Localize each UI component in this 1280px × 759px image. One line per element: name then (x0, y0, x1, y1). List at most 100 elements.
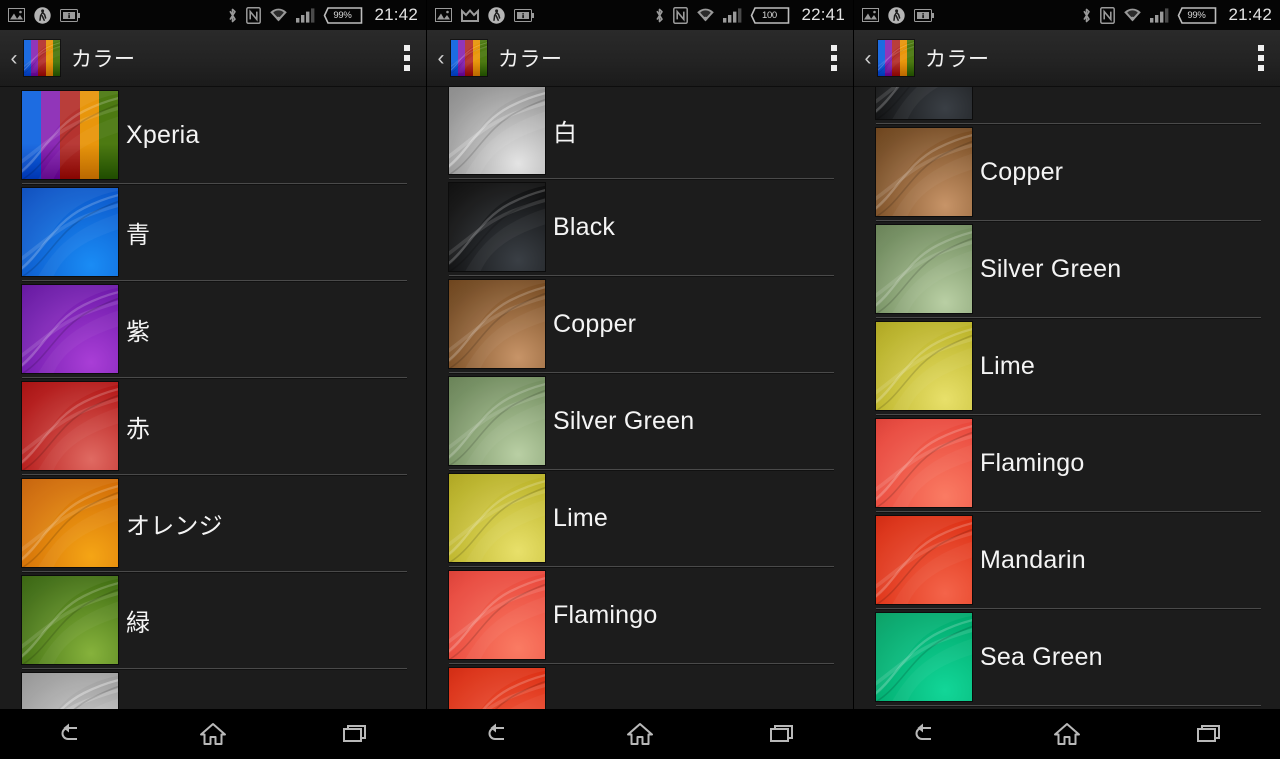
list-item[interactable] (427, 664, 853, 709)
home-button[interactable] (1030, 713, 1104, 755)
navigation-bar (854, 709, 1280, 759)
list-item-thumbnail (449, 571, 545, 659)
list-item-label: Flamingo (553, 601, 658, 629)
list-item-label: 青 (126, 221, 151, 249)
list-item-thumbnail (449, 474, 545, 562)
phone-panel-3: 99% 21:42 ‹ カラー Copper Silver Green Lime Flamin… (854, 0, 1280, 759)
signal-icon (1150, 7, 1169, 23)
status-bar-right-icons: 99% 21:42 (1081, 5, 1272, 25)
color-list-inner: Copper Silver Green Lime Flamingo Mandarin Se… (854, 87, 1280, 707)
home-icon (1054, 723, 1080, 745)
status-bar-left-icons (862, 6, 934, 24)
recents-button[interactable] (1172, 713, 1246, 755)
three-panel-screenshot: 99% 21:42 ‹ カラー Xperia 青紫赤オレンジ緑 100 22:41 ‹ カラー白 B… (0, 0, 1280, 759)
list-item[interactable]: オレンジ (0, 475, 426, 573)
app-icon[interactable] (451, 40, 487, 76)
swoosh-artwork (876, 322, 972, 410)
back-icon (915, 723, 931, 740)
bluetooth-icon (1083, 8, 1091, 22)
app-icon[interactable] (24, 40, 60, 76)
back-chevron-icon[interactable]: ‹ (427, 48, 449, 69)
back-chevron-icon[interactable]: ‹ (854, 48, 876, 69)
home-button[interactable] (603, 713, 677, 755)
color-list[interactable]: Copper Silver Green Lime Flamingo Mandarin Se… (854, 87, 1280, 709)
list-item[interactable]: Copper (854, 124, 1280, 222)
overflow-menu-button[interactable] (831, 45, 837, 71)
list-item[interactable]: Xperia (0, 87, 426, 185)
swoosh-artwork (449, 280, 545, 368)
wifi-icon (697, 8, 715, 21)
overflow-menu-button[interactable] (404, 45, 410, 71)
list-item[interactable]: Silver Green (427, 373, 853, 471)
battery-info-icon (514, 8, 534, 22)
navigation-bar (0, 709, 426, 759)
swoosh-artwork (876, 225, 972, 313)
list-item-label: Mandarin (980, 546, 1086, 574)
overflow-menu-button[interactable] (1258, 45, 1264, 71)
list-item[interactable]: Sea Green (854, 609, 1280, 707)
image-icon (862, 8, 879, 22)
list-item[interactable]: Mandarin (854, 512, 1280, 610)
list-item-label: Silver Green (553, 407, 695, 435)
phone-panel-2: 100 22:41 ‹ カラー白 Black Copper Silver Green Lime… (427, 0, 854, 759)
page-title: カラー (71, 47, 136, 71)
list-item-label: Lime (553, 504, 608, 532)
wifi-icon (1124, 8, 1142, 21)
list-item[interactable]: Silver Green (854, 221, 1280, 319)
list-item[interactable]: 青 (0, 184, 426, 282)
recents-button[interactable] (745, 713, 819, 755)
swoosh-artwork (22, 285, 118, 373)
swoosh-artwork (22, 188, 118, 276)
list-item[interactable]: 白 (427, 87, 853, 180)
list-item-thumbnail (22, 479, 118, 567)
back-button[interactable] (34, 713, 108, 755)
list-item[interactable]: Flamingo (427, 567, 853, 665)
signal-icon (296, 7, 315, 23)
list-item-thumbnail (876, 128, 972, 216)
list-item[interactable]: Lime (854, 318, 1280, 416)
list-item[interactable]: 緑 (0, 572, 426, 670)
list-item[interactable]: 紫 (0, 281, 426, 379)
page-title: カラー (925, 47, 990, 71)
list-item-label: オレンジ (126, 512, 223, 540)
status-bar-left-icons (8, 6, 80, 24)
list-item-thumbnail (22, 188, 118, 276)
back-button[interactable] (461, 713, 535, 755)
swoosh-artwork (876, 128, 972, 216)
list-item[interactable]: Copper (427, 276, 853, 374)
battery-percent-label: 99% (1187, 9, 1206, 21)
swoosh-artwork (22, 91, 118, 179)
status-bar: 100 22:41 (427, 0, 853, 30)
nfc-icon (1100, 6, 1116, 24)
list-item-thumbnail (22, 91, 118, 179)
list-item[interactable] (0, 669, 426, 709)
app-icon[interactable] (878, 40, 914, 76)
swoosh-artwork (449, 474, 545, 562)
list-item[interactable]: Flamingo (854, 415, 1280, 513)
list-item[interactable] (854, 87, 1280, 125)
back-button[interactable] (888, 713, 962, 755)
list-item-label: 赤 (126, 415, 151, 443)
color-list[interactable]: 白 Black Copper Silver Green Lime Flamingo (427, 87, 853, 709)
list-item-label: Silver Green (980, 255, 1122, 283)
list-item-thumbnail (449, 87, 545, 174)
back-chevron-icon[interactable]: ‹ (0, 48, 22, 69)
list-item[interactable]: 赤 (0, 378, 426, 476)
signal-icon (723, 7, 742, 23)
image-icon (8, 8, 25, 22)
bluetooth-icon (656, 8, 664, 22)
list-item-thumbnail (449, 668, 545, 709)
list-item[interactable]: Lime (427, 470, 853, 568)
list-item-label: 緑 (126, 609, 151, 637)
list-item-label: 紫 (126, 318, 151, 346)
list-item[interactable]: Black (427, 179, 853, 277)
home-icon (200, 723, 226, 745)
navigation-bar (427, 709, 853, 759)
recents-button[interactable] (318, 713, 392, 755)
color-list[interactable]: Xperia 青紫赤オレンジ緑 (0, 87, 426, 709)
action-bar: ‹ カラー (427, 30, 853, 87)
swoosh-artwork (451, 40, 487, 73)
home-button[interactable] (176, 713, 250, 755)
swoosh-artwork (876, 613, 972, 701)
battery-status-icon: 99% (323, 6, 363, 24)
